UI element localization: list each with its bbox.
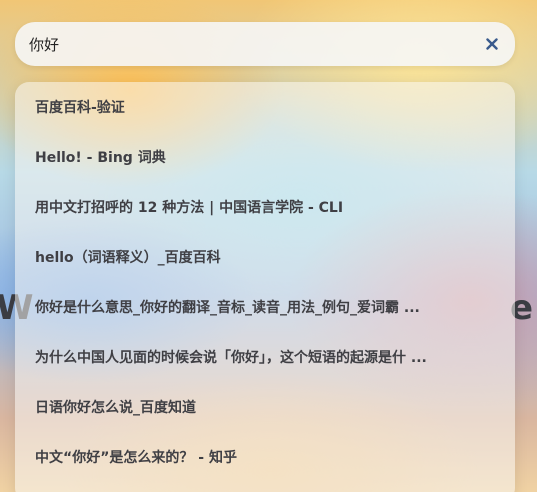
suggestion-item[interactable]: 为什么中国人见面的时候会说「你好」，这个短语的起源是什 ... xyxy=(15,332,515,382)
suggestion-text: Hello! - Bing 词典 xyxy=(35,150,166,166)
suggestion-text: 日语你好怎么说_百度知道 xyxy=(35,400,196,416)
suggestion-item[interactable]: 用中文打招呼的 12 种方法 | 中国语言学院 - CLI xyxy=(15,182,515,232)
suggestion-item[interactable]: 百度百科-验证 xyxy=(15,82,515,132)
suggestion-item[interactable]: Hello! - Bing 词典 xyxy=(15,132,515,182)
clear-button[interactable] xyxy=(481,33,503,55)
search-box xyxy=(15,22,515,66)
suggestion-text: 你好是什么意思_你好的翻译_音标_读音_用法_例句_爱词霸 ... xyxy=(35,300,420,316)
suggestion-item[interactable]: 你好是什么意思_你好的翻译_音标_读音_用法_例句_爱词霸 ... xyxy=(15,282,515,332)
suggestion-text: 为什么中国人见面的时候会说「你好」，这个短语的起源是什 ... xyxy=(35,350,427,366)
search-input[interactable] xyxy=(27,28,481,60)
suggestion-item[interactable]: hello（词语释义）_百度百科 xyxy=(15,232,515,282)
suggestions-dropdown: 百度百科-验证 Hello! - Bing 词典 用中文打招呼的 12 种方法 … xyxy=(15,82,515,492)
suggestion-item[interactable]: 日语你好怎么说_百度知道 xyxy=(15,382,515,432)
suggestion-text: hello（词语释义）_百度百科 xyxy=(35,250,221,266)
suggestion-item[interactable]: 中文“你好”是怎么来的？ - 知乎 xyxy=(15,432,515,482)
suggestion-text: 百度百科-验证 xyxy=(35,100,125,116)
close-icon xyxy=(486,38,498,50)
suggestion-text: 用中文打招呼的 12 种方法 | 中国语言学院 - CLI xyxy=(35,200,344,216)
suggestion-text: 中文“你好”是怎么来的？ - 知乎 xyxy=(35,450,237,466)
